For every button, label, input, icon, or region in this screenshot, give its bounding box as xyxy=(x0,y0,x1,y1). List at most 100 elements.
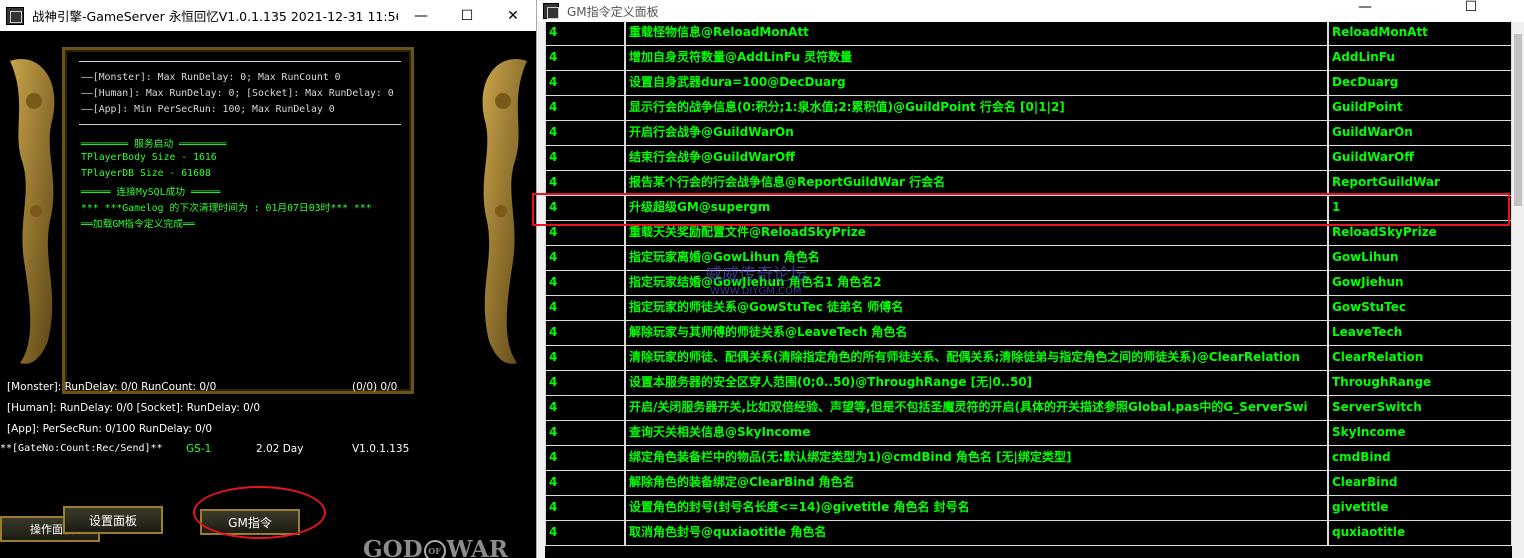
command-cell[interactable]: GowJiehun xyxy=(1328,271,1512,296)
gate-version: V1.0.1.135 xyxy=(352,443,410,455)
description-cell[interactable]: 设置本服务器的安全区穿人范围(0;0..50)@ThroughRange [无|… xyxy=(625,371,1328,396)
gm-command-row[interactable]: 4 绑定角色装备栏中的物品(无:默认绑定类型为1)@cmdBind 角色名 [无|… xyxy=(545,446,1512,471)
description-cell[interactable]: 解除角色的装备绑定@ClearBind 角色名 xyxy=(625,471,1328,496)
description-cell[interactable]: 设置角色的封号(封号名长度<=14)@givetitle 角色名 封号名 xyxy=(625,496,1328,521)
level-cell[interactable]: 4 xyxy=(545,296,625,321)
description-cell[interactable]: 查询天关相关信息@SkyIncome xyxy=(625,421,1328,446)
level-cell[interactable]: 4 xyxy=(545,146,625,171)
gm-command-row[interactable]: 4 指定玩家离婚@GowLihun 角色名 GowLihun xyxy=(545,246,1512,271)
command-cell[interactable]: ThroughRange xyxy=(1328,371,1512,396)
description-cell[interactable]: 显示行会的战争信息(0:积分;1:泉水值;2:累积值)@GuildPoint 行… xyxy=(625,96,1328,121)
level-cell[interactable]: 4 xyxy=(545,271,625,296)
description-cell[interactable]: 清除玩家的师徒、配偶关系(清除指定角色的所有师徒关系、配偶关系;清除徒弟与指定角… xyxy=(625,346,1328,371)
gate-day: 2.02 Day xyxy=(256,443,304,455)
command-cell[interactable]: cmdBind xyxy=(1328,446,1512,471)
gameserver-titlebar[interactable]: 战神引擎-GameServer 永恒回忆V1.0.1.135 2021-12-3… xyxy=(0,0,536,31)
description-cell[interactable]: 开启/关闭服务器开关,比如双倍经验、声望等,但是不包括圣魔灵符的开启(具体的开关… xyxy=(625,396,1328,421)
level-cell[interactable]: 4 xyxy=(545,421,625,446)
level-cell[interactable]: 4 xyxy=(545,371,625,396)
monster-stat: [Monster]: RunDelay: 0/0 RunCount: 0/0 xyxy=(7,381,217,393)
app-stat: [App]: PerSecRun: 0/100 RunDelay: 0/0 xyxy=(7,423,213,435)
gameserver-title: 战神引擎-GameServer 永恒回忆V1.0.1.135 2021-12-3… xyxy=(32,9,398,24)
level-cell[interactable]: 4 xyxy=(545,46,625,71)
settings-panel-button[interactable]: 设置面板 xyxy=(63,506,163,534)
gm-command-row[interactable]: 4 显示行会的战争信息(0:积分;1:泉水值;2:累积值)@GuildPoint … xyxy=(545,96,1512,121)
level-cell[interactable]: 4 xyxy=(545,246,625,271)
command-cell[interactable]: ReloadMonAtt xyxy=(1328,21,1512,46)
gm-command-row[interactable]: 4 指定玩家的师徒关系@GowStuTec 徒弟名 师傅名 GowStuTec xyxy=(545,296,1512,321)
watermark-url: WWW.DIYGM.COM xyxy=(710,286,802,297)
gm-command-row[interactable]: 4 重载怪物信息@ReloadMonAtt ReloadMonAtt xyxy=(545,21,1512,46)
command-cell[interactable]: ClearBind xyxy=(1328,471,1512,496)
console-divider xyxy=(79,61,401,62)
gm-command-row[interactable]: 4 设置自身武器dura=100@DecDuarg DecDuarg xyxy=(545,71,1512,96)
command-cell[interactable]: GowLihun xyxy=(1328,246,1512,271)
minimize-button[interactable]: — xyxy=(1342,0,1388,18)
command-cell[interactable]: givetitle xyxy=(1328,496,1512,521)
gm-command-window: GM指令定义面板 — ☐ 4 重载怪物信息@ReloadMonAtt ReloadM… xyxy=(537,0,1524,558)
description-cell[interactable]: 解除玩家与其师傅的师徒关系@LeaveTech 角色名 xyxy=(625,321,1328,346)
description-cell[interactable]: 取消角色封号@quxiaotitle 角色名 xyxy=(625,521,1328,546)
console-divider xyxy=(79,124,401,125)
gm-command-row[interactable]: 4 增加自身灵符数量@AddLinFu 灵符数量 AddLinFu xyxy=(545,46,1512,71)
server-console: ——[Monster]: Max RunDelay: 0; Max RunCou… xyxy=(62,47,414,394)
supergm-row-highlight xyxy=(532,193,1510,226)
description-cell[interactable]: 指定玩家的师徒关系@GowStuTec 徒弟名 师傅名 xyxy=(625,296,1328,321)
row-indicator-strip xyxy=(537,22,545,558)
level-cell[interactable]: 4 xyxy=(545,21,625,46)
command-cell[interactable]: GowStuTec xyxy=(1328,296,1512,321)
gm-command-row[interactable]: 4 设置本服务器的安全区穿人范围(0;0..50)@ThroughRange [无… xyxy=(545,371,1512,396)
level-cell[interactable]: 4 xyxy=(545,321,625,346)
gm-command-row[interactable]: 4 指定玩家结婚@GowJiehun 角色名1 角色名2 GowJiehun xyxy=(545,271,1512,296)
level-cell[interactable]: 4 xyxy=(545,346,625,371)
close-button[interactable]: ✕ xyxy=(490,0,536,31)
description-cell[interactable]: 重载怪物信息@ReloadMonAtt xyxy=(625,21,1328,46)
level-cell[interactable]: 4 xyxy=(545,96,625,121)
description-cell[interactable]: 设置自身武器dura=100@DecDuarg xyxy=(625,71,1328,96)
command-cell[interactable]: LeaveTech xyxy=(1328,321,1512,346)
maximize-button[interactable]: ☐ xyxy=(444,0,490,31)
command-cell[interactable]: ServerSwitch xyxy=(1328,396,1512,421)
gm-command-row[interactable]: 4 解除玩家与其师傅的师徒关系@LeaveTech 角色名 LeaveTech xyxy=(545,321,1512,346)
description-cell[interactable]: 结束行会战争@GuildWarOff xyxy=(625,146,1328,171)
console-line: ════════ 服务启动 ════════ xyxy=(81,139,227,150)
gm-command-row[interactable]: 4 开启/关闭服务器开关,比如双倍经验、声望等,但是不包括圣魔灵符的开启(具体的开… xyxy=(545,396,1512,421)
level-cell[interactable]: 4 xyxy=(545,471,625,496)
level-cell[interactable]: 4 xyxy=(545,446,625,471)
scrollbar-thumb[interactable] xyxy=(1514,34,1522,206)
description-cell[interactable]: 增加自身灵符数量@AddLinFu 灵符数量 xyxy=(625,46,1328,71)
command-cell[interactable]: quxiaotitle xyxy=(1328,521,1512,546)
app-icon xyxy=(6,6,24,25)
command-cell[interactable]: GuildWarOn xyxy=(1328,121,1512,146)
description-cell[interactable]: 开启行会战争@GuildWarOn xyxy=(625,121,1328,146)
level-cell[interactable]: 4 xyxy=(545,121,625,146)
god-of-war-logo: GOD OF WAR xyxy=(363,536,508,558)
command-cell[interactable]: DecDuarg xyxy=(1328,71,1512,96)
gm-command-row[interactable]: 4 结束行会战争@GuildWarOff GuildWarOff xyxy=(545,146,1512,171)
command-cell[interactable]: AddLinFu xyxy=(1328,46,1512,71)
command-cell[interactable]: GuildPoint xyxy=(1328,96,1512,121)
level-cell[interactable]: 4 xyxy=(545,521,625,546)
level-cell[interactable]: 4 xyxy=(545,396,625,421)
command-cell[interactable]: GuildWarOff xyxy=(1328,146,1512,171)
gm-command-row[interactable]: 4 开启行会战争@GuildWarOn GuildWarOn xyxy=(545,121,1512,146)
gm-command-row[interactable]: 4 查询天关相关信息@SkyIncome SkyIncome xyxy=(545,421,1512,446)
gm-window-titlebar[interactable]: GM指令定义面板 — ☐ xyxy=(537,0,1524,22)
gm-command-row[interactable]: 4 解除角色的装备绑定@ClearBind 角色名 ClearBind xyxy=(545,471,1512,496)
console-line: TPlayerBody Size - 1616 xyxy=(81,152,217,163)
minimize-button[interactable]: — xyxy=(398,0,444,31)
gm-button-highlight-circle xyxy=(193,486,326,539)
vertical-scrollbar[interactable] xyxy=(1512,22,1524,558)
command-cell[interactable]: SkyIncome xyxy=(1328,421,1512,446)
level-cell[interactable]: 4 xyxy=(545,496,625,521)
level-cell[interactable]: 4 xyxy=(545,71,625,96)
gm-command-row[interactable]: 4 设置角色的封号(封号名长度<=14)@givetitle 角色名 封号名 giv… xyxy=(545,496,1512,521)
maximize-button[interactable]: ☐ xyxy=(1448,0,1494,18)
description-cell[interactable]: 绑定角色装备栏中的物品(无:默认绑定类型为1)@cmdBind 角色名 [无|绑… xyxy=(625,446,1328,471)
dragon-left-decoration xyxy=(10,59,55,364)
command-cell[interactable]: ClearRelation xyxy=(1328,346,1512,371)
monster-stat-right: (0/0) 0/0 xyxy=(352,381,398,393)
gm-command-row[interactable]: 4 取消角色封号@quxiaotitle 角色名 quxiaotitle xyxy=(545,521,1512,546)
gm-command-row[interactable]: 4 清除玩家的师徒、配偶关系(清除指定角色的所有师徒关系、配偶关系;清除徒弟与指定… xyxy=(545,346,1512,371)
app-icon xyxy=(543,3,559,19)
